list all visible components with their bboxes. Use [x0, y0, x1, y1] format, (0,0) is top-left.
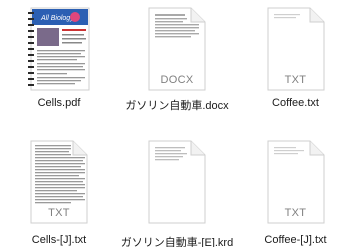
- file-item-krd[interactable]: ガソリン自動車-[E].krd: [118, 123, 236, 247]
- file-item-docx[interactable]: DOCX ガソリン自動車.docx: [118, 0, 236, 123]
- file-name[interactable]: Cells-[J].txt: [0, 234, 122, 246]
- file-name[interactable]: Cells.pdf: [0, 97, 122, 109]
- file-item-cells-j-txt[interactable]: TXT Cells-[J].txt: [0, 123, 118, 247]
- svg-text:All Biology: All Biology: [40, 15, 74, 22]
- file-item-cells-pdf[interactable]: All Biology Cells.pdf: [0, 0, 118, 123]
- file-name[interactable]: ガソリン自動車-[E].krd: [114, 234, 240, 247]
- file-type-label: TXT: [48, 207, 70, 219]
- file-type-label: TXT: [284, 74, 307, 86]
- pdf-thumbnail-icon[interactable]: All Biology: [27, 6, 91, 92]
- docx-document-icon[interactable]: DOCX: [145, 6, 209, 92]
- file-grid: All Biology Cells.pdf DOCX ガソリン自動車.docx …: [0, 0, 355, 247]
- file-name[interactable]: Coffee.txt: [232, 97, 355, 109]
- txt-document-icon[interactable]: TXT: [264, 139, 328, 225]
- file-item-coffee-txt[interactable]: TXT Coffee.txt: [236, 0, 355, 123]
- file-item-coffee-j-txt[interactable]: TXT Coffee-[J].txt: [236, 123, 355, 247]
- txt-document-icon[interactable]: TXT: [27, 139, 91, 225]
- file-name[interactable]: Coffee-[J].txt: [232, 234, 355, 246]
- file-name[interactable]: ガソリン自動車.docx: [114, 97, 240, 113]
- txt-document-icon[interactable]: TXT: [264, 6, 328, 92]
- file-type-label: DOCX: [160, 74, 194, 86]
- krd-document-icon[interactable]: [145, 139, 209, 225]
- file-type-label: TXT: [284, 207, 307, 219]
